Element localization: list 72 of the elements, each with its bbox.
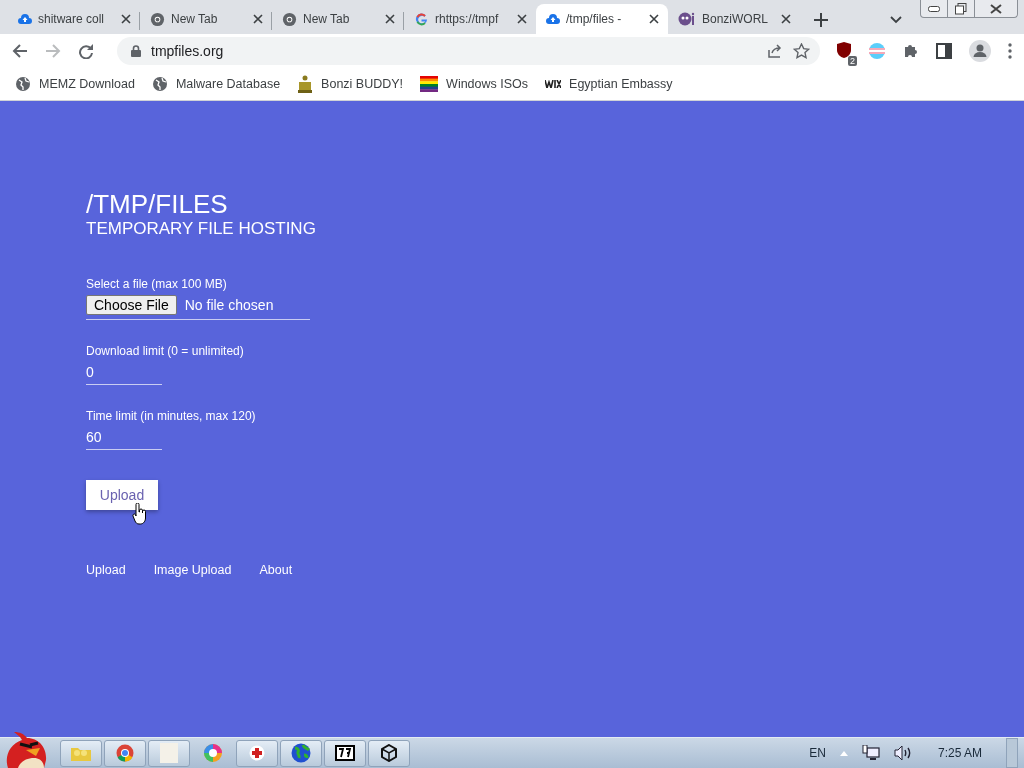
bookmark-link[interactable]: Bonzi BUDDY! <box>321 77 404 91</box>
globe-icon <box>15 76 31 92</box>
minimize-icon[interactable] <box>928 5 940 12</box>
close-icon[interactable] <box>517 14 527 24</box>
bookmark-link[interactable]: Malware Database <box>175 77 281 91</box>
address-bar[interactable]: tmpfiles.org <box>117 37 820 65</box>
back-icon[interactable] <box>12 43 28 59</box>
close-icon[interactable] <box>781 14 791 24</box>
side-panel-icon[interactable] <box>936 43 952 59</box>
speaker-icon[interactable] <box>893 746 912 760</box>
file-status: No file chosen <box>184 297 274 313</box>
site-title: /TMP/FILES <box>86 189 229 219</box>
browser-tab[interactable]: /tmp/files - <box>536 4 668 34</box>
archive-app-icon[interactable] <box>335 745 355 761</box>
taskbar-button[interactable] <box>368 739 410 767</box>
globe-icon[interactable] <box>291 743 311 763</box>
close-icon[interactable] <box>385 14 395 24</box>
browser-tab[interactable]: BonziWORL <box>668 4 800 34</box>
cloud-icon <box>18 14 32 24</box>
field-label: Select a file (max 100 MB) <box>86 277 228 291</box>
reload-icon[interactable] <box>78 43 94 59</box>
hand-cursor-icon <box>132 503 148 525</box>
star-icon[interactable] <box>793 43 810 59</box>
site-subtitle: TEMPORARY FILE HOSTING <box>86 219 317 239</box>
close-icon[interactable] <box>990 3 1002 14</box>
cube-icon[interactable] <box>380 744 398 762</box>
medical-cross-icon[interactable] <box>249 745 265 761</box>
browser-tab[interactable]: New Tab <box>140 4 272 34</box>
browser-icon <box>150 11 165 27</box>
browser-tab[interactable]: shitware coll <box>8 4 140 34</box>
bookmark-link[interactable]: Egyptian Embassy <box>569 77 673 91</box>
globe-icon <box>151 76 168 92</box>
network-icon[interactable] <box>861 745 880 761</box>
input-field[interactable]: 0 <box>86 362 162 385</box>
close-icon[interactable] <box>649 14 659 24</box>
close-icon[interactable] <box>253 14 263 24</box>
creature-icon <box>678 11 696 27</box>
figures-icon <box>297 75 314 93</box>
color-wheel-icon[interactable] <box>203 743 223 763</box>
profile-icon[interactable] <box>969 40 991 62</box>
bookmark-link[interactable]: Windows ISOs <box>446 77 529 91</box>
nav-link[interactable]: About <box>259 563 293 577</box>
wix-icon <box>545 80 562 88</box>
bookmark-link[interactable]: MEMZ Download <box>39 77 135 91</box>
lock-icon <box>131 45 141 57</box>
upload-button[interactable]: Upload <box>86 480 158 510</box>
language-indicator[interactable]: EN <box>809 746 826 760</box>
clock[interactable]: 7:25 AM <box>937 746 982 760</box>
cloud-icon <box>546 14 560 24</box>
chevron-down-icon[interactable] <box>890 16 902 24</box>
extension-badge: 2 <box>848 55 857 66</box>
field-label: Download limit (0 = unlimited) <box>86 344 245 358</box>
restore-icon[interactable] <box>955 2 967 15</box>
menu-icon[interactable] <box>1008 43 1012 59</box>
url-text: tmpfiles.org <box>151 43 225 59</box>
shield-icon[interactable] <box>837 41 851 58</box>
browser-icon[interactable] <box>116 744 134 762</box>
input-field[interactable]: 60 <box>86 427 162 450</box>
taskbar-button[interactable] <box>324 739 366 767</box>
browser-icon <box>282 11 297 27</box>
nav-link[interactable]: Upload <box>86 563 126 577</box>
share-icon[interactable] <box>767 43 783 59</box>
puzzle-icon[interactable] <box>903 43 919 59</box>
field-label: Time limit (in minutes, max 120) <box>86 409 257 423</box>
google-icon <box>414 11 429 27</box>
rainbow-flag-icon <box>420 76 439 92</box>
choose-file-button[interactable]: Choose File <box>86 295 177 315</box>
browser-tab[interactable]: New Tab <box>272 4 404 34</box>
browser-tab[interactable]: rhttps://tmpf <box>404 4 536 34</box>
new-tab-icon[interactable] <box>814 13 828 27</box>
close-icon[interactable] <box>121 14 131 24</box>
nav-link[interactable]: Image Upload <box>153 563 232 577</box>
